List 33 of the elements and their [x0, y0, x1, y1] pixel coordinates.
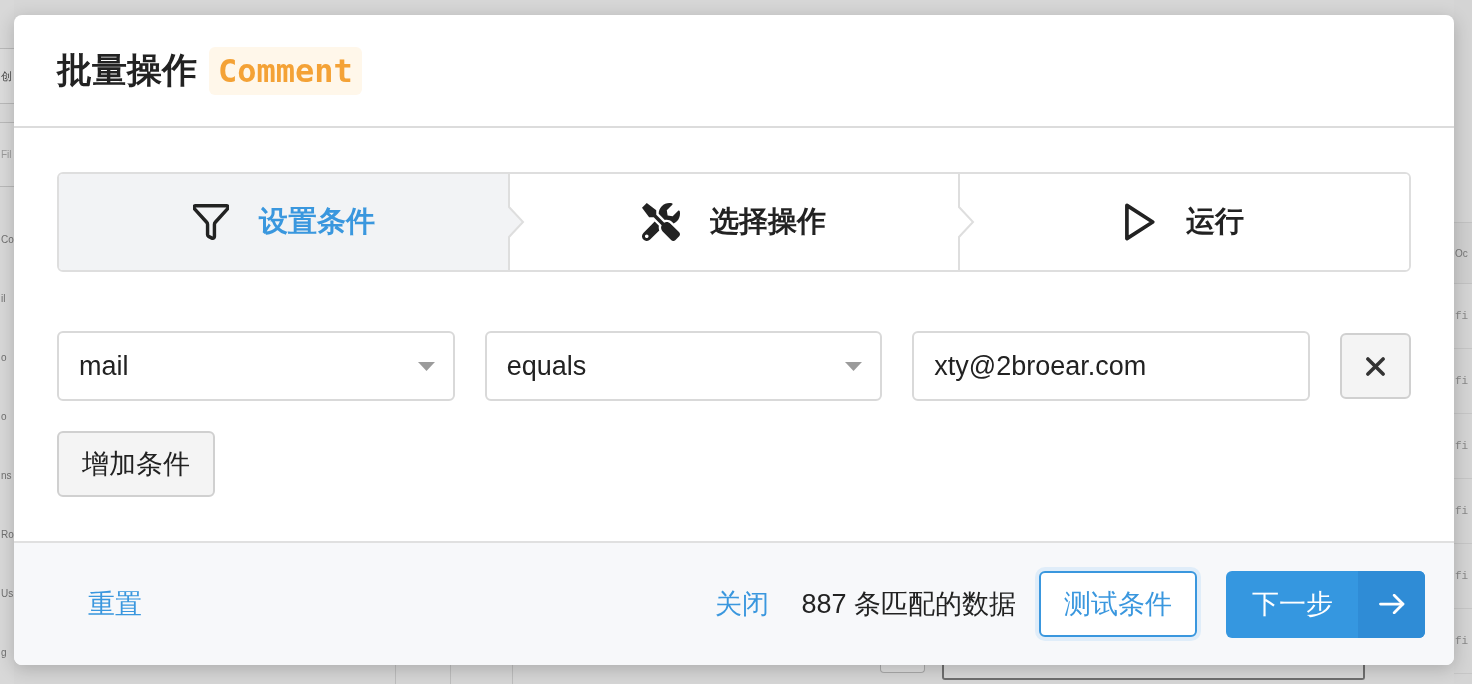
filter-input[interactable]: Fil	[0, 122, 14, 187]
sidebar-item[interactable]: g	[0, 623, 14, 682]
filter-icon	[193, 204, 229, 240]
sidebar-item[interactable]: ns	[0, 446, 14, 505]
next-step-button[interactable]: 下一步	[1226, 570, 1425, 638]
add-condition-button[interactable]: 增加条件	[57, 431, 215, 497]
operator-select[interactable]: equals	[484, 331, 883, 401]
sidebar-item[interactable]: Ro	[0, 505, 14, 564]
close-icon	[1366, 356, 1385, 376]
dialog-title: 批量操作	[57, 49, 197, 91]
background-input-field[interactable]	[942, 665, 1365, 680]
reset-link[interactable]: 重置	[64, 574, 166, 634]
remove-condition-button[interactable]	[1340, 333, 1411, 399]
arrow-right-icon	[1378, 594, 1405, 614]
play-icon	[1124, 203, 1156, 241]
caret-down-icon	[845, 361, 863, 371]
field-select[interactable]: mail	[57, 331, 455, 401]
table-header-cell: Oc	[1454, 222, 1472, 284]
sidebar-item[interactable]: o	[0, 387, 14, 446]
sidebar-item[interactable]: Co	[0, 210, 14, 269]
wrench-screwdriver-icon	[642, 203, 680, 241]
step-label: 选择操作	[710, 204, 826, 239]
background-button[interactable]: 创	[0, 48, 14, 104]
sidebar-item[interactable]: Us	[0, 564, 14, 623]
sidebar-item[interactable]: o	[0, 328, 14, 387]
step-label: 设置条件	[259, 204, 375, 239]
caret-down-icon	[417, 361, 435, 371]
model-tag: Comment	[209, 46, 362, 95]
match-count-text: 887 条匹配的数据	[801, 588, 1016, 621]
value-input[interactable]: xty@2broear.com	[912, 331, 1310, 401]
sidebar-item[interactable]: il	[0, 269, 14, 328]
step-label: 运行	[1186, 204, 1244, 239]
close-link[interactable]: 关闭	[715, 574, 770, 634]
